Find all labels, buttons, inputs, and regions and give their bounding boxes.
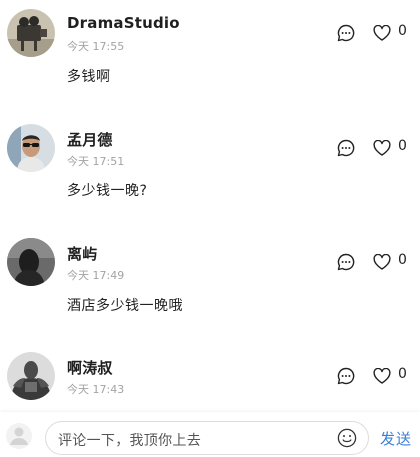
- avatar[interactable]: [7, 124, 55, 172]
- comment-bubble-icon: [337, 139, 355, 157]
- reply-button[interactable]: [337, 367, 355, 385]
- comment-bubble-icon: [337, 367, 355, 385]
- comment-time: 今天 17:55: [67, 40, 125, 53]
- comment-content: 多少钱一晚?: [67, 183, 148, 199]
- reply-button[interactable]: [337, 24, 355, 42]
- emoji-button[interactable]: [337, 428, 357, 448]
- comment-time: 今天 17:49: [67, 269, 125, 282]
- like-button[interactable]: [373, 254, 391, 270]
- comment-input-placeholder: 评论一下，我顶你上去: [58, 433, 201, 449]
- reply-button[interactable]: [337, 139, 355, 157]
- heart-icon: [373, 254, 391, 270]
- reply-button[interactable]: [337, 253, 355, 271]
- comment-content: 酒店多少钱一晚哦: [67, 298, 183, 314]
- avatar[interactable]: [7, 238, 55, 286]
- like-button[interactable]: [373, 140, 391, 156]
- heart-icon: [373, 140, 391, 156]
- comment-time: 今天 17:51: [67, 155, 125, 168]
- user-avatar-icon[interactable]: [3, 421, 35, 451]
- comment-time: 今天 17:43: [67, 383, 125, 396]
- user-avatar-icon: [6, 423, 32, 449]
- avatar[interactable]: [7, 9, 55, 57]
- comment-input[interactable]: 评论一下，我顶你上去: [45, 421, 369, 455]
- comment-input-bar: 评论一下，我顶你上去 发送: [0, 412, 420, 457]
- emoji-icon: [337, 428, 357, 448]
- username[interactable]: 离屿: [67, 243, 97, 264]
- username[interactable]: 啊涛叔: [67, 357, 113, 378]
- sunglasses-man-avatar-icon: [7, 124, 55, 172]
- muscle-man-avatar-icon: [7, 352, 55, 400]
- comment-content: 多钱啊: [67, 69, 111, 85]
- like-count: 0: [398, 138, 407, 154]
- like-button[interactable]: [373, 25, 391, 41]
- comment-bubble-icon: [337, 24, 355, 42]
- comment-bubble-icon: [337, 253, 355, 271]
- movie-camera-avatar-icon: [7, 9, 55, 57]
- like-count: 0: [398, 23, 407, 39]
- username[interactable]: DramaStudio: [67, 14, 180, 32]
- send-button[interactable]: 发送: [380, 428, 412, 449]
- heart-icon: [373, 25, 391, 41]
- avatar[interactable]: [7, 352, 55, 400]
- like-button[interactable]: [373, 368, 391, 384]
- like-count: 0: [398, 366, 407, 382]
- username[interactable]: 孟月德: [67, 129, 113, 150]
- heart-icon: [373, 368, 391, 384]
- dark-silhouette-avatar-icon: [7, 238, 55, 286]
- like-count: 0: [398, 252, 407, 268]
